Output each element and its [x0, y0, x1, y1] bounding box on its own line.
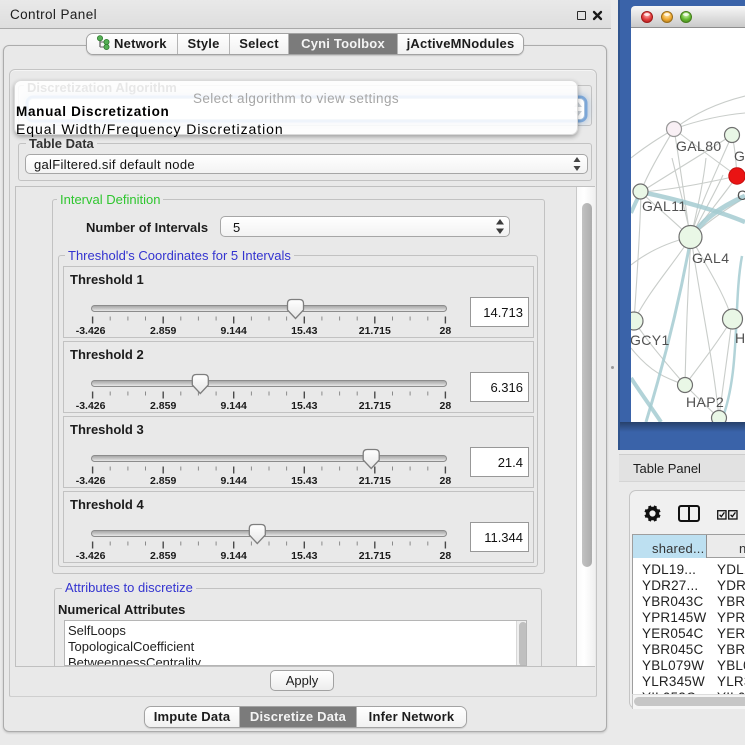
svg-text:H: H	[735, 330, 745, 346]
svg-text:15.43: 15.43	[291, 325, 317, 337]
svg-text:9.144: 9.144	[221, 400, 247, 412]
svg-text:C: C	[737, 187, 745, 203]
svg-text:-3.426: -3.426	[76, 475, 106, 487]
svg-text:GAL11: GAL11	[642, 198, 687, 214]
svg-text:2.859: 2.859	[150, 475, 176, 487]
svg-text:15.43: 15.43	[291, 400, 317, 412]
svg-text:2.859: 2.859	[150, 550, 176, 562]
svg-text:9.144: 9.144	[221, 550, 247, 562]
svg-text:2.859: 2.859	[150, 325, 176, 337]
svg-text:9.144: 9.144	[221, 325, 247, 337]
svg-text:GAL80: GAL80	[676, 138, 722, 154]
svg-text:-3.426: -3.426	[76, 550, 106, 562]
svg-text:9.144: 9.144	[221, 475, 247, 487]
svg-text:21.715: 21.715	[359, 325, 391, 337]
svg-text:HAP2: HAP2	[686, 394, 724, 410]
svg-text:28: 28	[440, 550, 452, 562]
svg-text:-3.426: -3.426	[76, 325, 106, 337]
svg-text:21.715: 21.715	[359, 475, 391, 487]
svg-text:GCY1: GCY1	[631, 332, 670, 348]
svg-text:21.715: 21.715	[359, 400, 391, 412]
svg-text:2.859: 2.859	[150, 400, 176, 412]
svg-text:-3.426: -3.426	[76, 400, 106, 412]
svg-text:28: 28	[440, 475, 452, 487]
svg-text:15.43: 15.43	[291, 550, 317, 562]
svg-text:28: 28	[440, 325, 452, 337]
svg-text:21.715: 21.715	[359, 550, 391, 562]
svg-text:GA: GA	[734, 148, 745, 164]
svg-text:GAL4: GAL4	[692, 250, 729, 266]
svg-text:15.43: 15.43	[291, 475, 317, 487]
svg-text:28: 28	[440, 400, 452, 412]
